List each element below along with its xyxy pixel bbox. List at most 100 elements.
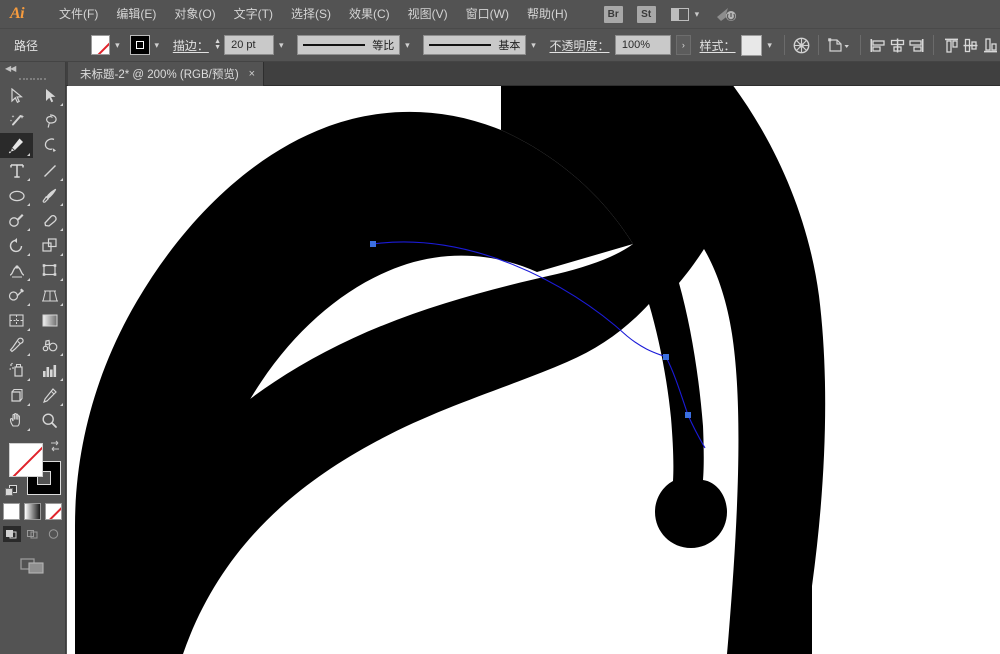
- line-segment-tool[interactable]: [33, 158, 66, 183]
- document-tab-bar: 未标题-2* @ 200% (RGB/预览) ×: [0, 62, 1000, 86]
- rotate-tool[interactable]: [0, 233, 33, 258]
- document-tab[interactable]: 未标题-2* @ 200% (RGB/预览) ×: [68, 62, 265, 86]
- align-top-icon[interactable]: [941, 34, 961, 56]
- recolor-artwork-icon[interactable]: [792, 34, 812, 56]
- graphic-style-swatch[interactable]: [740, 34, 763, 56]
- curvature-tool[interactable]: [33, 133, 66, 158]
- align-center-horizontal-icon[interactable]: [887, 34, 907, 56]
- shape-builder-tool[interactable]: [0, 283, 33, 308]
- menu-bar-right-tools: Br St ▾: [597, 5, 738, 23]
- menu-effect[interactable]: 效果(C): [340, 0, 399, 29]
- menu-edit[interactable]: 编辑(E): [107, 0, 165, 29]
- profile-preview-icon: [303, 44, 366, 46]
- eraser-tool[interactable]: [33, 208, 66, 233]
- menu-window[interactable]: 窗口(W): [457, 0, 518, 29]
- align-right-icon[interactable]: [907, 34, 927, 56]
- direct-selection-tool[interactable]: [33, 83, 66, 108]
- gradient-tool[interactable]: [33, 308, 66, 333]
- blob-brush-tool[interactable]: [0, 208, 33, 233]
- stroke-color-swatch[interactable]: [129, 35, 150, 55]
- magic-wand-tool[interactable]: [0, 108, 33, 133]
- menu-select[interactable]: 选择(S): [282, 0, 340, 29]
- zoom-tool[interactable]: [33, 408, 66, 433]
- tools-grid: [0, 83, 65, 433]
- artboard-canvas[interactable]: [67, 86, 1000, 654]
- document-tab-title: 未标题-2* @ 200% (RGB/预览): [80, 69, 239, 81]
- draw-normal[interactable]: [2, 526, 21, 542]
- pen-tool[interactable]: [0, 133, 33, 158]
- draw-behind[interactable]: [24, 526, 42, 542]
- opacity-next-button[interactable]: ›: [676, 35, 691, 55]
- color-swatch-white[interactable]: [3, 503, 20, 520]
- column-graph-tool[interactable]: [33, 358, 66, 383]
- width-tool[interactable]: [0, 258, 33, 283]
- menu-view[interactable]: 视图(V): [399, 0, 457, 29]
- symbol-sprayer-tool[interactable]: [0, 358, 33, 383]
- swap-fill-stroke-icon[interactable]: [48, 439, 62, 453]
- brush-label: 基本: [498, 40, 521, 52]
- blend-tool[interactable]: [33, 333, 66, 358]
- close-icon[interactable]: ×: [249, 68, 255, 80]
- chevron-down-icon: ▾: [694, 8, 700, 19]
- stroke-weight-label: 描边：: [172, 38, 209, 53]
- scale-tool[interactable]: [33, 233, 66, 258]
- object-type-label: 路径: [14, 38, 39, 53]
- eyedropper-tool[interactable]: [0, 333, 33, 358]
- mesh-tool[interactable]: [0, 308, 33, 333]
- style-label: 样式：: [699, 38, 736, 53]
- gradient-swatch[interactable]: [24, 503, 41, 520]
- workspace-switcher[interactable]: ▾: [670, 7, 700, 21]
- creative-cloud-icon[interactable]: [715, 5, 737, 23]
- fill-chevron-down-icon[interactable]: ▾: [110, 35, 124, 55]
- fill-stroke-widget: [0, 439, 66, 499]
- lasso-tool[interactable]: [33, 108, 66, 133]
- menu-bar: Ai 文件(F) 编辑(E) 对象(O) 文字(T) 选择(S) 效果(C) 视…: [0, 0, 1000, 29]
- bridge-icon[interactable]: Br: [603, 5, 623, 23]
- opacity-input[interactable]: 100%: [614, 35, 671, 55]
- anchor-point[interactable]: [370, 241, 376, 247]
- paintbrush-tool[interactable]: [33, 183, 66, 208]
- anchor-point[interactable]: [663, 354, 669, 360]
- stroke-chevron-down-icon[interactable]: ▾: [150, 35, 164, 55]
- panel-grip[interactable]: [0, 74, 65, 83]
- screen-mode-icon[interactable]: [19, 556, 47, 581]
- type-tool[interactable]: [0, 158, 33, 183]
- stroke-weight-stepper[interactable]: ▲ ▼: [214, 38, 221, 51]
- default-fill-stroke-icon[interactable]: [5, 485, 18, 498]
- style-chevron-down-icon[interactable]: ▾: [762, 35, 776, 55]
- slice-tool[interactable]: [33, 383, 66, 408]
- hand-tool[interactable]: [0, 408, 33, 433]
- brush-chevron-down-icon[interactable]: ▾: [526, 35, 540, 55]
- anchor-point[interactable]: [685, 412, 691, 418]
- menu-help[interactable]: 帮助(H): [518, 0, 577, 29]
- stroke-weight-chevron-down-icon[interactable]: ▾: [274, 35, 288, 55]
- none-swatch[interactable]: [45, 503, 62, 520]
- draw-mode-buttons: [0, 526, 65, 542]
- stroke-profile-select[interactable]: 等比: [297, 35, 401, 55]
- align-left-icon[interactable]: [868, 34, 888, 56]
- brush-definition-select[interactable]: 基本: [423, 35, 527, 55]
- profile-chevron-down-icon[interactable]: ▾: [400, 35, 414, 55]
- opacity-label: 不透明度：: [549, 38, 610, 53]
- stock-icon[interactable]: St: [636, 5, 656, 23]
- fill-swatch-large[interactable]: [9, 443, 43, 477]
- ellipse-tool[interactable]: [0, 183, 33, 208]
- align-bottom-icon[interactable]: [980, 34, 1000, 56]
- fill-color-swatch[interactable]: [90, 35, 111, 55]
- selection-tool[interactable]: [0, 83, 33, 108]
- perspective-grid-tool[interactable]: [33, 283, 66, 308]
- transform-icon[interactable]: [826, 34, 853, 56]
- profile-label: 等比: [372, 40, 395, 52]
- menu-object[interactable]: 对象(O): [165, 0, 224, 29]
- draw-inside[interactable]: [45, 526, 63, 542]
- screen-mode-row: [0, 556, 65, 581]
- align-center-vertical-icon[interactable]: [961, 34, 981, 56]
- collapse-panel-icon[interactable]: ◀◀: [0, 62, 65, 74]
- free-transform-tool[interactable]: [33, 258, 66, 283]
- menu-file[interactable]: 文件(F): [50, 0, 107, 29]
- menu-type[interactable]: 文字(T): [225, 0, 282, 29]
- color-mode-buttons: [0, 503, 65, 520]
- stroke-weight-input[interactable]: 20 pt: [224, 35, 275, 55]
- artboard-tool[interactable]: [0, 383, 33, 408]
- artwork-svg: [75, 86, 826, 654]
